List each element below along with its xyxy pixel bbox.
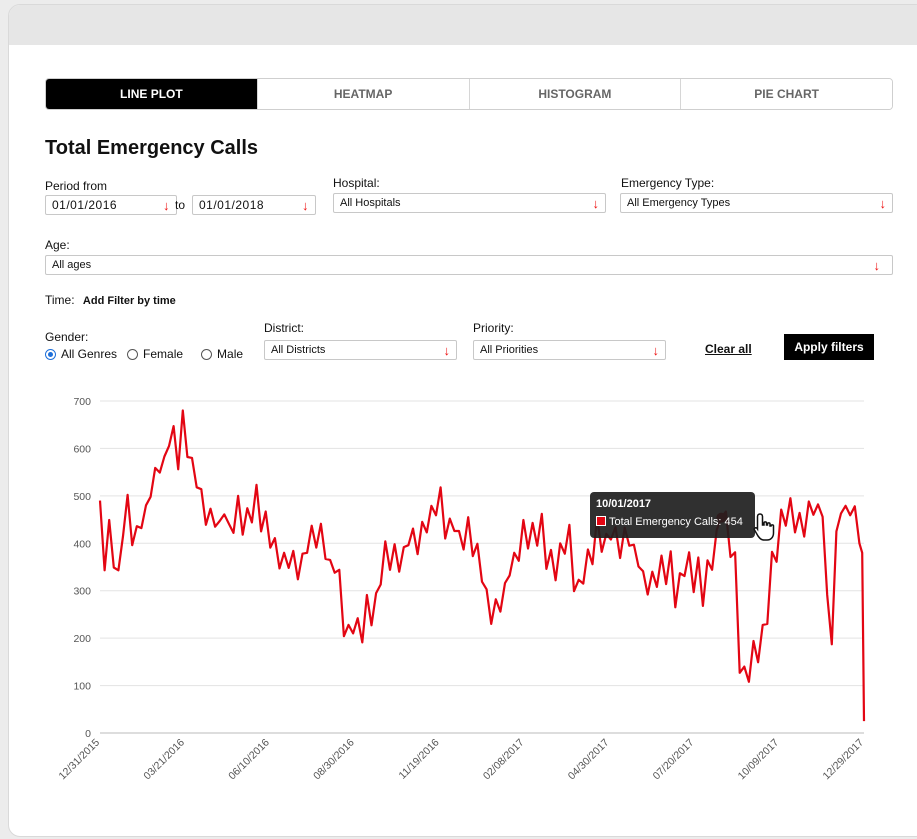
tab-heatmap[interactable]: HEATMAP	[256, 79, 469, 109]
x-tick-label: 07/20/2017	[651, 737, 697, 783]
x-tick-label: 02/08/2017	[481, 737, 527, 783]
from-date-select[interactable]: 01/01/2016 ↓	[45, 195, 177, 215]
y-tick-label: 400	[73, 538, 91, 550]
x-tick-label: 04/30/2017	[566, 737, 612, 783]
x-tick-label: 08/30/2016	[311, 737, 357, 783]
arrow-down-icon: ↓	[879, 195, 887, 211]
priority-select[interactable]: All Priorities ↓	[473, 340, 666, 360]
district-label: District:	[264, 321, 304, 335]
arrow-down-icon: ↓	[163, 197, 170, 213]
tab-histogram[interactable]: HISTOGRAM	[468, 79, 681, 109]
gender-option-all[interactable]: All Genres	[45, 347, 117, 361]
arrow-down-icon: ↓	[652, 342, 660, 358]
series-swatch	[596, 516, 606, 526]
card-header	[9, 5, 917, 45]
x-tick-label: 11/19/2016	[397, 737, 442, 782]
x-tick-label: 06/10/2016	[226, 737, 272, 783]
series-line[interactable]	[98, 409, 866, 722]
chart-grid	[100, 400, 864, 734]
to-label: to	[175, 198, 186, 212]
gender-option-male[interactable]: Male	[201, 347, 243, 361]
arrow-down-icon: ↓	[873, 257, 881, 273]
x-tick-label: 03/21/2016	[141, 737, 187, 783]
tooltip-row: Total Emergency Calls: 454	[596, 516, 749, 528]
to-date-value: 01/01/2018	[199, 198, 265, 212]
add-time-filter-link[interactable]: Add Filter by time	[83, 295, 176, 307]
age-label: Age:	[45, 238, 70, 252]
hospital-label: Hospital:	[333, 176, 380, 190]
y-tick-label: 200	[73, 633, 91, 645]
tab-line-plot[interactable]: LINE PLOT	[46, 79, 257, 109]
arrow-down-icon: ↓	[302, 197, 309, 213]
y-tick-label: 100	[73, 681, 91, 693]
tooltip-date: 10/01/2017	[596, 498, 652, 510]
y-tick-label: 600	[73, 443, 91, 455]
priority-label: Priority:	[473, 321, 514, 335]
apply-filters-button[interactable]: Apply filters	[784, 334, 874, 360]
radio-icon[interactable]	[127, 348, 139, 360]
tab-pie-chart[interactable]: PIE CHART	[680, 79, 892, 109]
x-tick-label: 10/09/2017	[736, 737, 782, 783]
time-label: Time:	[45, 293, 75, 307]
emergency-type-label: Emergency Type:	[621, 176, 715, 190]
y-tick-label: 500	[73, 491, 91, 503]
chart-type-tabs: LINE PLOT HEATMAP HISTOGRAM PIE CHART	[45, 78, 893, 110]
arrow-down-icon: ↓	[443, 342, 451, 358]
emergency-type-select[interactable]: All Emergency Types ↓	[620, 193, 893, 213]
age-value: All ages	[52, 259, 92, 271]
page-title: Total Emergency Calls	[45, 137, 259, 159]
y-tick-label: 0	[85, 728, 91, 740]
x-axis-ticks: 12/31/2015 03/21/2016 06/10/2016 08/30/2016…	[56, 737, 866, 783]
district-select[interactable]: All Districts ↓	[264, 340, 457, 360]
y-tick-label: 300	[73, 586, 91, 598]
period-label: Period from	[45, 179, 108, 193]
hospital-select[interactable]: All Hospitals ↓	[333, 193, 606, 213]
radio-checked-icon[interactable]	[45, 348, 56, 360]
time-filter-row: Time: Add Filter by time	[45, 293, 176, 307]
x-tick-label: 12/29/2017	[820, 737, 866, 783]
gender-option-female[interactable]: Female	[127, 347, 183, 361]
y-tick-label: 700	[73, 396, 91, 408]
to-date-select[interactable]: 01/01/2018 ↓	[192, 195, 316, 215]
age-select[interactable]: All ages ↓	[45, 255, 893, 275]
gender-radio-group: All Genres Female Male	[45, 347, 253, 361]
priority-value: All Priorities	[480, 344, 539, 356]
hand-pointer-icon	[753, 513, 775, 541]
chart-tooltip: 10/01/2017 Total Emergency Calls: 454	[590, 492, 755, 538]
line-chart: 0 100 200 300 400 500 600 700 12/31/2015 03/21/2…	[56, 396, 866, 783]
gender-label: Gender:	[45, 330, 89, 344]
tooltip-text: Total Emergency Calls: 454	[609, 516, 743, 528]
x-tick-label: 12/31/2015	[56, 737, 102, 783]
y-axis-ticks: 0 100 200 300 400 500 600 700	[73, 396, 91, 740]
emergency-type-value: All Emergency Types	[627, 197, 731, 209]
radio-icon[interactable]	[201, 348, 213, 360]
arrow-down-icon: ↓	[592, 195, 600, 211]
from-date-value: 01/01/2016	[52, 198, 118, 212]
clear-all-link[interactable]: Clear all	[705, 342, 752, 356]
district-value: All Districts	[271, 344, 326, 356]
hospital-value: All Hospitals	[340, 197, 401, 209]
